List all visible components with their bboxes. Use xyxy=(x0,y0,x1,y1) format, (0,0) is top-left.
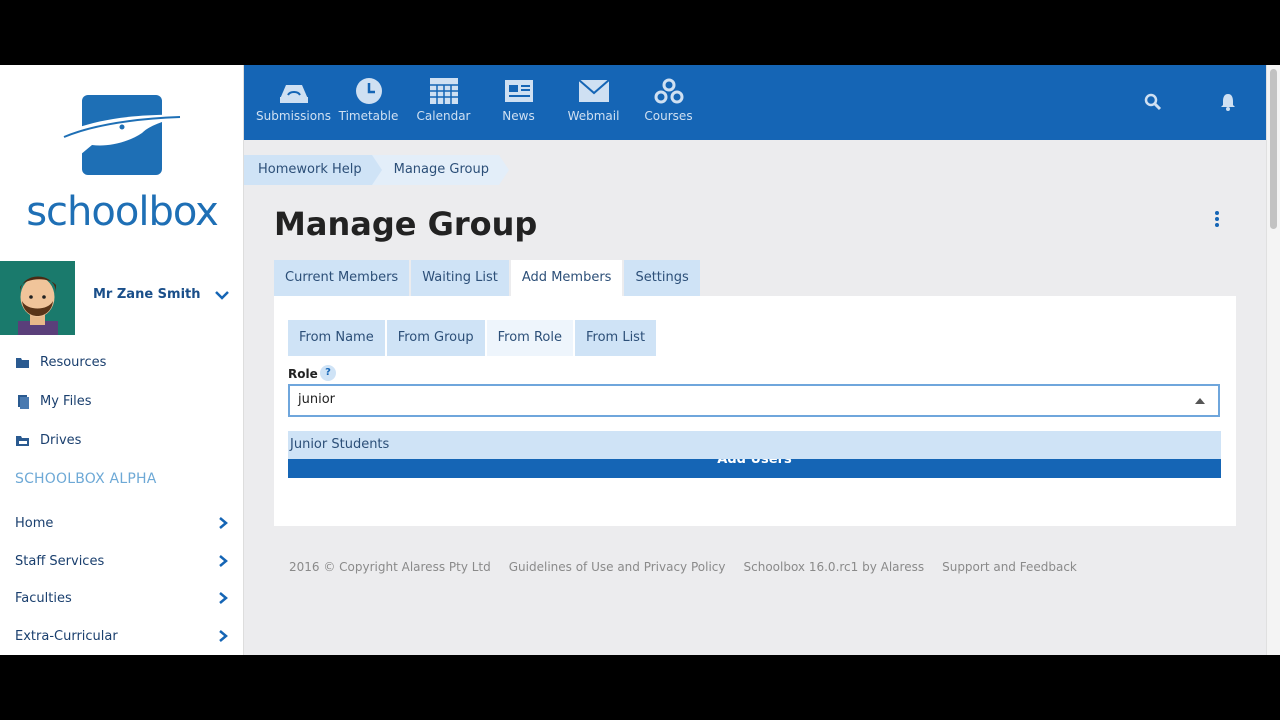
sidebar-item-staff-services[interactable]: Staff Services xyxy=(0,543,244,581)
add-members-panel: From Name From Group From Role From List… xyxy=(274,296,1236,526)
sidebar-item-faculties[interactable]: Faculties xyxy=(0,580,244,618)
folder-open-icon xyxy=(16,357,29,368)
avatar xyxy=(0,261,75,335)
topnav-label: Submissions xyxy=(256,109,331,123)
chevron-right-icon xyxy=(219,629,228,642)
chevron-right-icon xyxy=(219,554,228,567)
topnav-label: Courses xyxy=(644,109,693,123)
clock-icon xyxy=(355,78,382,104)
sidebar-link-resources[interactable]: Resources xyxy=(0,343,244,382)
sidebar-item-extra-curricular[interactable]: Extra-Curricular xyxy=(0,618,244,656)
more-options-icon[interactable] xyxy=(1212,210,1222,228)
sidebar-nav: Home Staff Services Faculties Extra-Curr… xyxy=(0,505,244,655)
subtab-from-role[interactable]: From Role xyxy=(486,320,573,356)
courses-icon xyxy=(654,78,683,104)
topnav-webmail[interactable]: Webmail xyxy=(556,75,631,123)
chevron-right-icon xyxy=(219,517,228,529)
subtab-from-list[interactable]: From List xyxy=(574,320,657,356)
footer: 2016 © Copyright Alaress Pty Ltd Guideli… xyxy=(289,560,1095,574)
brand-name: schoolbox xyxy=(26,189,219,235)
role-label: Role xyxy=(288,367,318,381)
sidebar-link-my-files[interactable]: My Files xyxy=(0,382,244,421)
submissions-icon xyxy=(279,85,308,103)
page-title: Manage Group xyxy=(274,205,538,243)
topnav-submissions[interactable]: Submissions xyxy=(256,75,331,123)
sidebar-link-label: Resources xyxy=(40,355,107,370)
schoolbox-logo[interactable]: schoolbox xyxy=(0,65,244,261)
subtab-from-name[interactable]: From Name xyxy=(288,320,385,356)
sidebar-link-drives[interactable]: Drives xyxy=(0,421,244,460)
sidebar-item-home[interactable]: Home xyxy=(0,505,244,543)
user-name: Mr Zane Smith xyxy=(93,287,201,302)
topnav-label: Calendar xyxy=(416,109,471,123)
footer-copyright: 2016 © Copyright Alaress Pty Ltd xyxy=(289,560,491,574)
topnav-news[interactable]: News xyxy=(481,75,556,123)
topnav-label: Timetable xyxy=(338,109,399,123)
tab-current-members[interactable]: Current Members xyxy=(274,260,410,296)
app-window: schoolbox Mr Zane Smith Resources My Fil… xyxy=(0,65,1280,655)
whale-logo-icon xyxy=(56,95,188,175)
files-icon xyxy=(18,394,29,409)
calendar-icon xyxy=(429,78,458,104)
topnav-courses[interactable]: Courses xyxy=(631,75,706,123)
sidebar-item-label: Faculties xyxy=(15,591,72,607)
tab-add-members[interactable]: Add Members xyxy=(510,260,623,296)
breadcrumb-homework-help[interactable]: Homework Help xyxy=(244,155,382,185)
chevron-down-icon[interactable] xyxy=(212,285,232,305)
topnav-label: News xyxy=(502,109,535,123)
sidebar-item-label: Extra-Curricular xyxy=(15,628,118,644)
news-icon xyxy=(504,80,533,102)
role-search-input[interactable]: junior xyxy=(288,384,1220,417)
topnav-label: Webmail xyxy=(567,109,620,123)
scrollbar-thumb[interactable] xyxy=(1270,69,1277,229)
breadcrumb-manage-group[interactable]: Manage Group xyxy=(371,155,510,185)
top-navigation-bar: Submissions Timetable Calendar News Webm… xyxy=(244,65,1266,140)
sidebar-item-label: Home xyxy=(15,516,54,532)
footer-version: Schoolbox 16.0.rc1 by Alaress xyxy=(743,560,925,574)
sidebar: schoolbox Mr Zane Smith Resources My Fil… xyxy=(0,65,244,655)
help-icon[interactable]: ? xyxy=(320,365,336,381)
caret-down-icon[interactable] xyxy=(1195,398,1205,404)
footer-guidelines-link[interactable]: Guidelines of Use and Privacy Policy xyxy=(509,560,726,574)
sidebar-section-title: SCHOOLBOX ALPHA xyxy=(15,471,157,487)
footer-support-link[interactable]: Support and Feedback xyxy=(942,560,1077,574)
page-scrollbar[interactable] xyxy=(1266,65,1280,655)
chevron-right-icon xyxy=(219,592,228,604)
topnav-timetable[interactable]: Timetable xyxy=(331,75,406,123)
mail-icon xyxy=(577,79,610,102)
manage-group-tabs: Current Members Waiting List Add Members… xyxy=(274,260,702,296)
bell-icon[interactable] xyxy=(1220,93,1236,111)
topnav-calendar[interactable]: Calendar xyxy=(406,75,481,123)
breadcrumb: Homework Help Manage Group xyxy=(244,155,510,185)
sidebar-link-label: My Files xyxy=(40,394,92,409)
tab-settings[interactable]: Settings xyxy=(624,260,700,296)
top-nav: Submissions Timetable Calendar News Webm… xyxy=(256,75,706,123)
dropdown-option-junior-students[interactable]: Junior Students xyxy=(288,431,1221,459)
sidebar-item-label: Staff Services xyxy=(15,553,105,569)
subtab-from-group[interactable]: From Group xyxy=(386,320,485,356)
add-members-subtabs: From Name From Group From Role From List xyxy=(288,320,658,356)
user-menu[interactable]: Mr Zane Smith xyxy=(0,261,244,335)
quick-links: Resources My Files Drives xyxy=(0,343,244,460)
sidebar-link-label: Drives xyxy=(40,433,82,448)
tab-waiting-list[interactable]: Waiting List xyxy=(411,260,509,296)
drive-folder-icon xyxy=(16,435,29,446)
search-icon[interactable] xyxy=(1144,93,1162,111)
